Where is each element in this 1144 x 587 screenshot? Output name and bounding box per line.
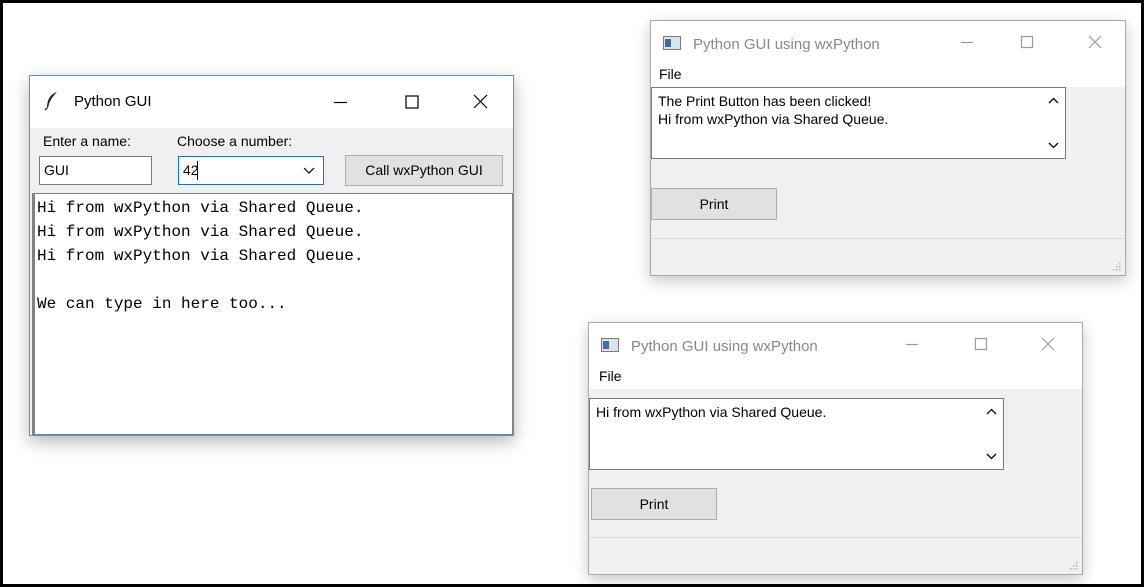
resize-grip-icon[interactable] (1111, 261, 1121, 271)
maximize-button[interactable] (1014, 29, 1040, 55)
minimize-button[interactable] (326, 87, 356, 117)
status-bar (589, 537, 1082, 574)
minimize-icon (961, 41, 973, 44)
window-title: Python GUI using wxPython (693, 36, 880, 53)
text-line (37, 268, 512, 292)
wx-titlebar[interactable]: Python GUI using wxPython File (651, 21, 1125, 87)
multiline-text[interactable]: The Print Button has been clicked! Hi fr… (651, 87, 1066, 159)
close-icon (1041, 337, 1055, 351)
chevron-up-icon[interactable] (986, 408, 997, 416)
close-icon (1088, 35, 1102, 49)
name-label: Enter a name: (43, 133, 131, 149)
number-combobox[interactable]: 42 (178, 156, 324, 185)
scrolled-text[interactable]: Hi from wxPython via Shared Queue. Hi fr… (32, 193, 513, 435)
window-title: Python GUI using wxPython (631, 338, 818, 355)
close-button[interactable] (1035, 331, 1061, 357)
text-cursor (197, 161, 198, 180)
feather-icon (44, 92, 57, 111)
wx-window-bottom: Python GUI using wxPython File Hi from w… (588, 322, 1083, 575)
text-line: We can type in here too... (37, 295, 287, 313)
status-bar (651, 238, 1125, 275)
call-wxpython-button[interactable]: Call wxPython GUI (345, 155, 503, 186)
tk-window: Python GUI Enter a name: Choose a number… (29, 75, 514, 436)
maximize-icon (974, 337, 988, 351)
close-icon (473, 94, 488, 109)
minimize-button[interactable] (899, 331, 925, 357)
maximize-icon (1020, 35, 1034, 49)
file-menu[interactable]: File (659, 66, 682, 82)
chevron-up-icon[interactable] (1048, 97, 1059, 105)
maximize-button[interactable] (968, 331, 994, 357)
print-button[interactable]: Print (651, 188, 777, 220)
wx-titlebar[interactable]: Python GUI using wxPython File (589, 323, 1082, 389)
text-line: Hi from wxPython via Shared Queue. (37, 199, 364, 217)
close-button[interactable] (1082, 29, 1108, 55)
text-line: Hi from wxPython via Shared Queue. (37, 223, 364, 241)
multiline-text[interactable]: Hi from wxPython via Shared Queue. (589, 398, 1004, 470)
maximize-button[interactable] (397, 87, 427, 117)
app-icon (601, 338, 619, 352)
chevron-down-icon[interactable] (1048, 141, 1059, 149)
name-entry[interactable]: GUI (39, 156, 152, 185)
chevron-down-icon[interactable] (986, 452, 997, 460)
close-button[interactable] (466, 87, 496, 117)
resize-grip-icon[interactable] (1068, 560, 1078, 570)
file-menu[interactable]: File (599, 368, 622, 384)
text-line: The Print Button has been clicked! (658, 93, 872, 109)
text-line: Hi from wxPython via Shared Queue. (37, 247, 364, 265)
text-line: Hi from wxPython via Shared Queue. (596, 404, 827, 420)
minimize-icon (334, 101, 347, 104)
text-line: Hi from wxPython via Shared Queue. (658, 111, 889, 127)
window-title: Python GUI (74, 93, 152, 110)
tk-body: Enter a name: Choose a number: GUI 42 Ca… (30, 128, 513, 435)
number-label: Choose a number: (177, 133, 293, 149)
chevron-down-icon[interactable] (303, 165, 315, 175)
tk-titlebar[interactable]: Python GUI (30, 76, 513, 128)
maximize-icon (405, 95, 419, 109)
minimize-icon (906, 343, 918, 346)
minimize-button[interactable] (954, 29, 980, 55)
app-icon (663, 36, 681, 50)
wx-window-top: Python GUI using wxPython File The Print… (650, 20, 1126, 276)
print-button[interactable]: Print (591, 488, 717, 520)
